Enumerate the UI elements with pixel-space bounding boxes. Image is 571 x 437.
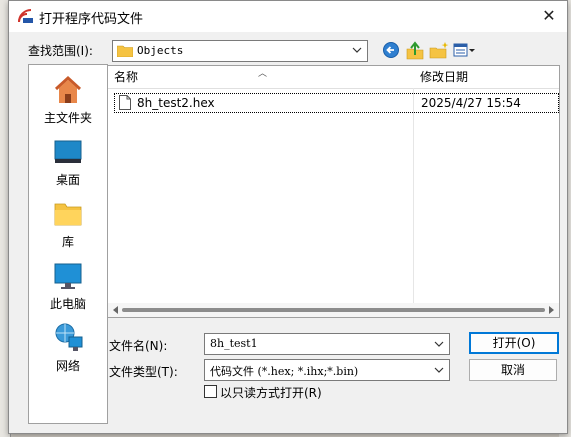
app-icon — [18, 9, 33, 23]
file-name-value: 8h_test1 — [210, 337, 258, 350]
window-title: 打开程序代码文件 — [39, 12, 144, 27]
home-icon — [54, 75, 82, 103]
look-in-value: Objects — [137, 44, 184, 57]
places-bar: 主文件夹 桌面 库 此电脑 网络 — [28, 64, 108, 424]
open-file-dialog: 打开程序代码文件 ✕ 查找范围(I): Objects 主文件夹 桌面 库 此电… — [8, 0, 568, 434]
open-button[interactable]: 打开(O) — [469, 332, 559, 354]
file-type-select[interactable]: 代码文件 (*.hex; *.ihx;*.bin) — [204, 359, 450, 381]
sort-ascending-icon: ︿ — [258, 69, 268, 79]
chevron-down-icon — [434, 341, 444, 347]
column-divider — [413, 88, 414, 303]
scroll-thumb[interactable] — [122, 308, 545, 312]
new-folder-icon[interactable] — [429, 39, 449, 61]
up-folder-icon[interactable] — [405, 39, 425, 61]
place-desktop[interactable]: 桌面 — [29, 131, 107, 191]
back-icon[interactable] — [381, 39, 401, 61]
file-name: 8h_test2.hex — [137, 96, 215, 110]
column-header-name[interactable]: ︿ 名称 — [108, 66, 420, 89]
place-this-pc[interactable]: 此电脑 — [29, 255, 107, 315]
file-icon — [119, 95, 131, 110]
place-label: 桌面 — [55, 173, 80, 187]
file-name-combobox[interactable]: 8h_test1 — [204, 333, 450, 355]
place-label: 库 — [61, 235, 74, 249]
close-icon: ✕ — [542, 6, 556, 25]
file-date: 2025/4/27 15:54 — [421, 96, 521, 110]
file-type-label: 文件类型(T): — [109, 365, 178, 379]
place-home[interactable]: 主文件夹 — [29, 69, 107, 129]
network-icon — [55, 323, 83, 351]
folder-icon — [117, 45, 133, 57]
title-bar: 打开程序代码文件 ✕ — [9, 1, 567, 32]
view-menu-icon[interactable] — [453, 39, 477, 61]
table-row[interactable]: 8h_test2.hex 2025/4/27 15:54 — [114, 93, 559, 113]
file-name-label: 文件名(N): — [109, 339, 168, 353]
horizontal-scrollbar[interactable] — [108, 303, 559, 317]
place-label: 此电脑 — [49, 297, 86, 311]
file-type-value: 代码文件 (*.hex; *.ihx;*.bin) — [210, 365, 359, 378]
column-header-date[interactable]: 修改日期 — [414, 66, 559, 89]
cancel-button[interactable]: 取消 — [469, 359, 557, 381]
place-label: 主文件夹 — [43, 111, 92, 125]
computer-icon — [54, 263, 82, 289]
scroll-left-icon[interactable] — [113, 306, 118, 314]
look-in-combobox[interactable]: Objects — [112, 40, 368, 62]
column-header-label: 修改日期 — [420, 70, 469, 84]
read-only-checkbox[interactable] — [204, 385, 217, 398]
read-only-label: 以只读方式打开(R) — [220, 386, 322, 400]
place-label: 网络 — [55, 359, 80, 373]
desktop-icon — [54, 140, 82, 163]
place-network[interactable]: 网络 — [29, 317, 107, 377]
close-button[interactable]: ✕ — [537, 5, 561, 27]
column-header-label: 名称 — [114, 70, 139, 84]
chevron-down-icon — [434, 367, 444, 373]
file-list[interactable]: ︿ 名称 修改日期 8h_test2.hex 2025/4/27 15:54 — [107, 65, 560, 318]
scroll-right-icon[interactable] — [549, 306, 554, 314]
place-library[interactable]: 库 — [29, 193, 107, 253]
look-in-label: 查找范围(I): — [28, 44, 93, 58]
library-folder-icon — [54, 203, 82, 226]
chevron-down-icon — [352, 47, 362, 53]
